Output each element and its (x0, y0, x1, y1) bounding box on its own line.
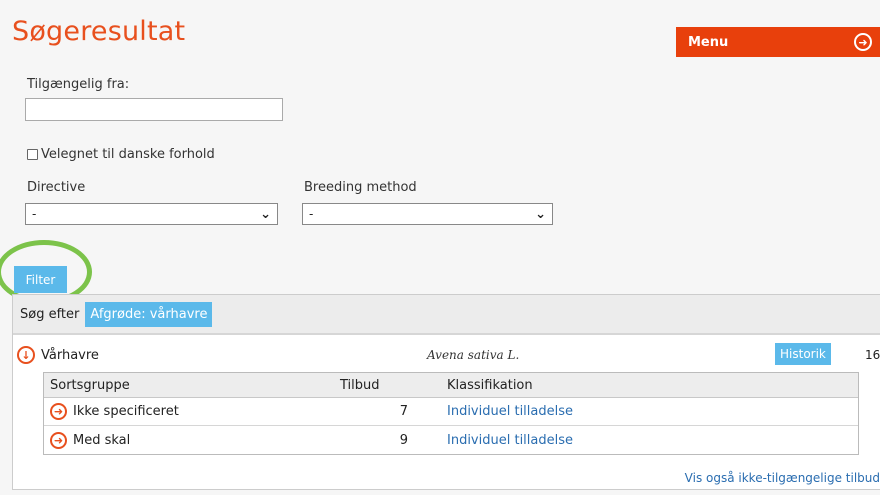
variety-group-table: Sortsgruppe Tilbud Klassifikation ➜ Ikke… (43, 372, 859, 455)
header-classification: Klassifikation (447, 377, 533, 393)
page-title: Søgeresultat (12, 16, 186, 47)
filter-button[interactable]: Filter (14, 266, 67, 293)
crop-latin-name: Avena sativa L. (427, 348, 520, 362)
circle-arrow-down-icon[interactable]: ↓ (17, 346, 35, 364)
show-unavailable-link[interactable]: Vis også ikke-tilgængelige tilbud (685, 471, 880, 485)
row-offers: 9 (399, 432, 408, 448)
row-offers: 7 (399, 404, 408, 419)
circle-arrow-right-icon[interactable]: ➜ (50, 403, 67, 420)
search-bar: Søg efter Afgrøde: vårhavre (13, 295, 880, 335)
danish-conditions-checkbox[interactable] (27, 149, 38, 160)
breeding-method-label: Breeding method (304, 180, 417, 195)
breeding-method-value: - (309, 207, 314, 221)
directive-value: - (32, 207, 37, 221)
crop-count: 16 (865, 348, 880, 362)
search-tag[interactable]: Afgrøde: vårhavre (85, 301, 213, 327)
menu-button[interactable]: Menu ➜ (676, 27, 880, 57)
circle-arrow-right-icon: ➜ (854, 33, 872, 51)
row-group: Ikke specificeret (73, 404, 179, 419)
available-from-label: Tilgængelig fra: (27, 77, 130, 92)
row-classification-link[interactable]: Individuel tilladelse (447, 433, 573, 448)
table-row[interactable]: ➜ Med skal 9 Individuel tilladelse (44, 426, 858, 454)
history-button[interactable]: Historik (775, 343, 831, 365)
search-label: Søg efter (20, 306, 80, 322)
row-group: Med skal (73, 432, 131, 448)
crop-name: Vårhavre (41, 347, 99, 363)
directive-select[interactable]: - ⌄ (25, 203, 278, 225)
danish-conditions-label: Velegnet til danske forhold (41, 147, 215, 162)
table-header: Sortsgruppe Tilbud Klassifikation (44, 373, 858, 398)
danish-conditions-checkbox-row[interactable]: Velegnet til danske forhold (27, 147, 215, 162)
crop-row[interactable]: ↓ Vårhavre Avena sativa L. Historik 16 (17, 343, 880, 365)
table-row[interactable]: ➜ Ikke specificeret 7 Individuel tillade… (44, 398, 858, 426)
row-classification-link[interactable]: Individuel tilladelse (447, 404, 573, 419)
directive-label: Directive (27, 180, 86, 195)
results-panel: Søg efter Afgrøde: vårhavre ↓ Vårhavre A… (12, 294, 880, 490)
menu-label: Menu (688, 34, 729, 50)
header-group: Sortsgruppe (50, 377, 130, 393)
available-from-input[interactable] (25, 98, 283, 121)
header-offers: Tilbud (340, 377, 380, 393)
chevron-down-icon: ⌄ (260, 206, 271, 222)
breeding-method-select[interactable]: - ⌄ (302, 203, 553, 225)
circle-arrow-right-icon[interactable]: ➜ (50, 431, 67, 449)
chevron-down-icon: ⌄ (535, 206, 546, 222)
